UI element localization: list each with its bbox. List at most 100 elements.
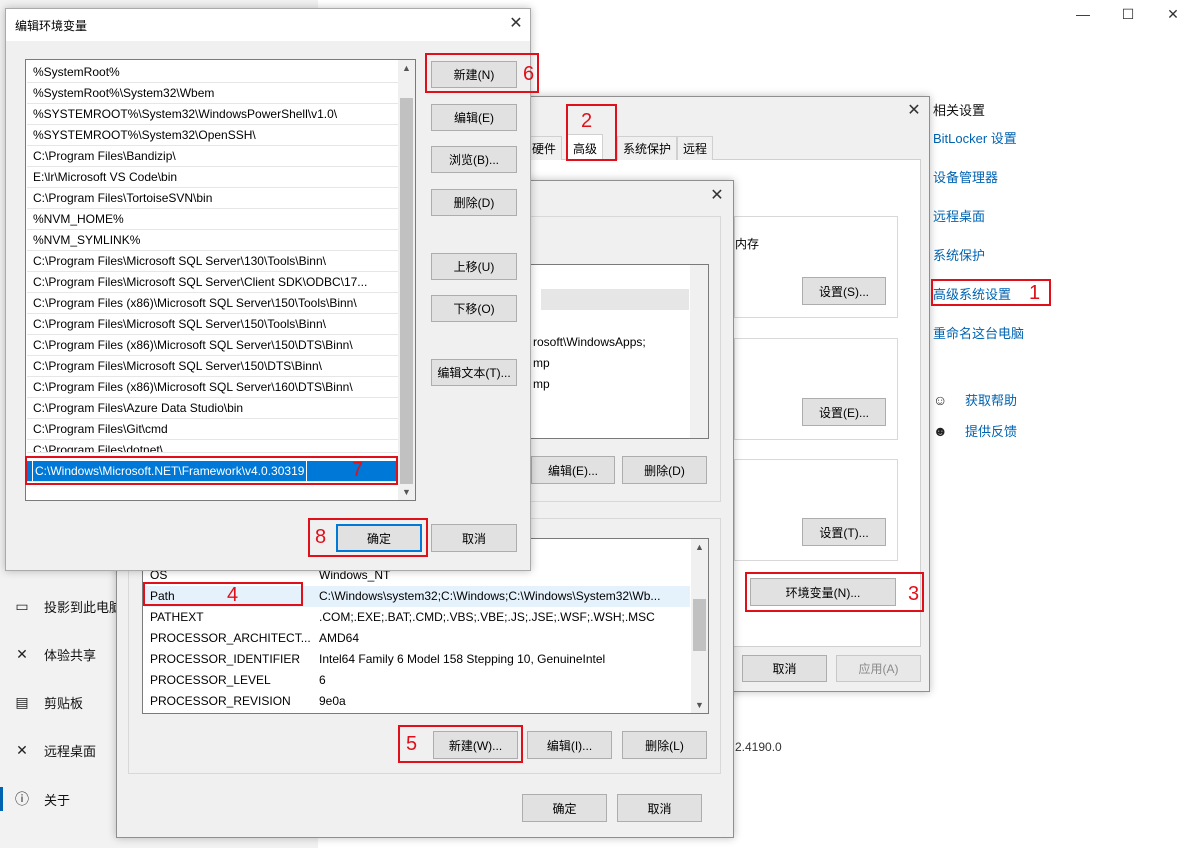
edit-cancel-button[interactable]: 取消	[431, 524, 517, 552]
list-item[interactable]: %NVM_SYMLINK%	[27, 230, 398, 251]
path-entries-list[interactable]: %SystemRoot% %SystemRoot%\System32\Wbem …	[25, 59, 416, 501]
annotation-number-8: 8	[315, 526, 327, 548]
list-item[interactable]: %SystemRoot%	[27, 62, 398, 83]
give-feedback-link[interactable]: ☻ 提供反馈	[933, 421, 1017, 440]
system-table-scrollbar[interactable]: ▲ ▼	[691, 539, 708, 713]
remote-desktop-icon: ✕	[16, 741, 28, 758]
scroll-down-icon[interactable]: ▼	[398, 484, 415, 500]
nav-item-shared-experiences[interactable]: ✕ 体验共享	[12, 642, 96, 666]
system-properties-cancel-button[interactable]: 取消	[742, 655, 827, 682]
apply-button[interactable]: 应用(A)	[836, 655, 921, 682]
edit-entry-button[interactable]: 编辑(E)	[431, 104, 517, 131]
delete-entry-button[interactable]: 删除(D)	[431, 189, 517, 216]
env-cancel-button[interactable]: 取消	[617, 794, 702, 822]
scroll-up-icon[interactable]: ▲	[398, 60, 415, 76]
projector-icon: ▭	[15, 597, 29, 614]
env-ok-button[interactable]: 确定	[522, 794, 607, 822]
nav-item-remote-desktop[interactable]: ✕ 远程桌面	[12, 738, 96, 762]
tab-label: 远程	[683, 142, 708, 156]
table-row[interactable]: PROCESSOR_ARCHITECT... AMD64	[144, 628, 690, 649]
tab-remote[interactable]: 远程	[677, 136, 714, 160]
nav-item-label: 剪贴板	[44, 695, 84, 711]
scroll-thumb[interactable]	[693, 599, 706, 651]
annotation-box-3	[745, 572, 924, 612]
list-item[interactable]: C:\Program Files (x86)\Microsoft SQL Ser…	[27, 293, 398, 314]
list-item[interactable]: C:\Program Files\Git\cmd	[27, 419, 398, 440]
nav-item-clipboard[interactable]: ▤ 剪贴板	[12, 690, 83, 714]
var-value: 6	[319, 673, 326, 687]
scroll-thumb[interactable]	[400, 98, 413, 484]
close-icon[interactable]: ✕	[904, 101, 924, 121]
tab-hardware[interactable]: 硬件	[526, 136, 563, 160]
link-device-manager[interactable]: 设备管理器	[933, 167, 998, 186]
tab-system-protection[interactable]: 系统保护	[617, 136, 678, 160]
list-item[interactable]: C:\Program Files\TortoiseSVN\bin	[27, 188, 398, 209]
user-row[interactable]	[541, 267, 689, 288]
list-item[interactable]: C:\Program Files\Azure Data Studio\bin	[27, 398, 398, 419]
scroll-down-icon[interactable]: ▼	[691, 697, 708, 713]
list-item[interactable]: C:\Program Files (x86)\Microsoft SQL Ser…	[27, 335, 398, 356]
feedback-icon: ☻	[933, 422, 948, 439]
system-var-edit-button[interactable]: 编辑(I)...	[527, 731, 612, 759]
table-row[interactable]: PROCESSOR_IDENTIFIER Intel64 Family 6 Mo…	[144, 649, 690, 670]
scroll-up-icon[interactable]: ▲	[691, 539, 708, 555]
table-row[interactable]: PROCESSOR_LEVEL 6	[144, 670, 690, 691]
user-var-value-fragment: mp	[533, 377, 550, 391]
annotation-box-6	[425, 53, 539, 93]
maximize-button[interactable]: ☐	[1113, 4, 1143, 24]
nav-item-label: 远程桌面	[44, 743, 97, 759]
path-list-scrollbar[interactable]: ▲ ▼	[398, 60, 415, 500]
var-name: PROCESSOR_ARCHITECT...	[150, 631, 310, 645]
link-system-protection[interactable]: 系统保护	[933, 245, 985, 264]
minimize-button[interactable]: —	[1068, 4, 1098, 24]
var-name: PROCESSOR_REVISION	[150, 694, 291, 708]
edit-text-button[interactable]: 编辑文本(T)...	[431, 359, 517, 386]
var-value: C:\Windows\system32;C:\Windows;C:\Window…	[319, 589, 661, 603]
list-item[interactable]: C:\Program Files\Bandizip\	[27, 146, 398, 167]
performance-settings-button[interactable]: 设置(S)...	[802, 277, 886, 305]
user-var-edit-button[interactable]: 编辑(E)...	[531, 456, 615, 484]
move-up-button[interactable]: 上移(U)	[431, 253, 517, 280]
list-item[interactable]: C:\Program Files\Microsoft SQL Server\15…	[27, 314, 398, 335]
share-icon: ✕	[16, 645, 28, 662]
list-item[interactable]: C:\Program Files\dotnet\	[27, 440, 398, 453]
user-list-scrollbar[interactable]	[690, 265, 708, 438]
startup-settings-button[interactable]: 设置(T)...	[802, 518, 886, 546]
link-remote-desktop[interactable]: 远程桌面	[933, 206, 985, 225]
table-row[interactable]: PROCESSOR_REVISION 9e0a	[144, 691, 690, 712]
version-text: 2.4190.0	[735, 740, 782, 754]
browse-button[interactable]: 浏览(B)...	[431, 146, 517, 173]
list-item[interactable]: C:\Program Files\Microsoft SQL Server\15…	[27, 356, 398, 377]
list-item[interactable]: E:\lr\Microsoft VS Code\bin	[27, 167, 398, 188]
nav-item-about[interactable]: ⓘ 关于	[12, 787, 70, 811]
link-rename-pc[interactable]: 重命名这台电脑	[933, 323, 1024, 342]
user-row-selected[interactable]	[541, 289, 689, 310]
list-item[interactable]: %NVM_HOME%	[27, 209, 398, 230]
list-item[interactable]: C:\Program Files\Microsoft SQL Server\Cl…	[27, 272, 398, 293]
user-var-value-fragment: rosoft\WindowsApps;	[533, 335, 646, 349]
list-item[interactable]: %SYSTEMROOT%\System32\OpenSSH\	[27, 125, 398, 146]
var-value: .COM;.EXE;.BAT;.CMD;.VBS;.VBE;.JS;.JSE;.…	[319, 610, 655, 624]
list-item[interactable]: C:\Program Files (x86)\Microsoft SQL Ser…	[27, 377, 398, 398]
get-help-link[interactable]: ☺ 获取帮助	[933, 390, 1017, 409]
annotation-number-7: 7	[352, 459, 364, 481]
get-help-label: 获取帮助	[965, 393, 1018, 408]
user-var-delete-button[interactable]: 删除(D)	[622, 456, 707, 484]
table-row[interactable]: PATHEXT .COM;.EXE;.BAT;.CMD;.VBS;.VBE;.J…	[144, 607, 690, 628]
annotation-number-6: 6	[523, 63, 535, 85]
annotation-number-2: 2	[581, 110, 593, 132]
link-bitlocker[interactable]: BitLocker 设置	[933, 128, 1017, 147]
list-item[interactable]: C:\Program Files\Microsoft SQL Server\13…	[27, 251, 398, 272]
close-window-button[interactable]: ✕	[1158, 4, 1188, 24]
move-down-button[interactable]: 下移(O)	[431, 295, 517, 322]
close-icon[interactable]: ✕	[506, 14, 526, 34]
nav-selection-marker	[0, 787, 3, 811]
list-item[interactable]: %SystemRoot%\System32\Wbem	[27, 83, 398, 104]
user-profiles-settings-button[interactable]: 设置(E)...	[802, 398, 886, 426]
system-var-delete-button[interactable]: 删除(L)	[622, 731, 707, 759]
nav-item-projecting[interactable]: ▭ 投影到此电脑	[12, 594, 122, 618]
close-icon[interactable]: ✕	[707, 186, 727, 206]
var-name: PATHEXT	[150, 610, 204, 624]
var-value: AMD64	[319, 631, 360, 645]
list-item[interactable]: %SYSTEMROOT%\System32\WindowsPowerShell\…	[27, 104, 398, 125]
